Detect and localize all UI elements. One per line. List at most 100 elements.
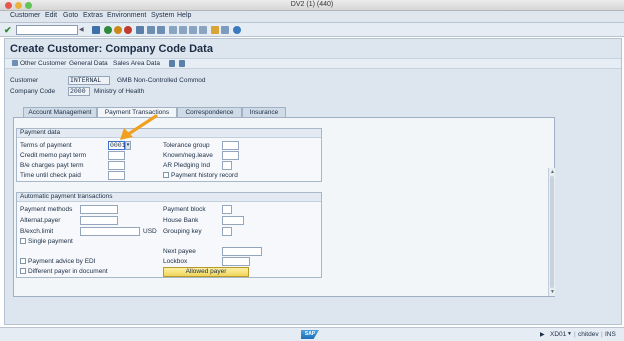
- be-exch-limit-field[interactable]: [80, 227, 140, 236]
- payment-block-label: Payment block: [163, 206, 206, 213]
- next-page-icon[interactable]: [189, 26, 197, 34]
- company-code-label: Company Code: [10, 88, 56, 95]
- last-page-icon[interactable]: [199, 26, 207, 34]
- menu-customer[interactable]: Customer: [10, 12, 40, 19]
- customer-field[interactable]: INTERNAL: [68, 76, 110, 85]
- automatic-payment-group: Automatic payment transactions Payment m…: [16, 192, 322, 278]
- tab-insurance[interactable]: Insurance: [242, 107, 286, 117]
- sales-area-data-button[interactable]: Sales Area Data: [113, 60, 160, 67]
- tab-account-management[interactable]: Account Management: [23, 107, 97, 117]
- grouping-key-label: Grouping key: [163, 228, 202, 235]
- vertical-scrollbar[interactable]: ▲ ▼: [548, 168, 555, 296]
- scroll-up-icon[interactable]: ▲: [550, 169, 555, 175]
- previous-page-icon[interactable]: [179, 26, 187, 34]
- tolerance-group-label: Tolerance group: [163, 142, 210, 149]
- screen-body: Create Customer: Company Code Data Other…: [4, 38, 622, 325]
- payment-history-checkbox[interactable]: [163, 172, 169, 178]
- payment-history-label: Payment history record: [171, 172, 238, 179]
- first-page-icon[interactable]: [169, 26, 177, 34]
- tab-correspondence[interactable]: Correspondence: [177, 107, 242, 117]
- display-icon[interactable]: [179, 60, 185, 67]
- status-separator: |: [574, 331, 576, 338]
- house-bank-label: House Bank: [163, 217, 199, 224]
- payment-advice-checkbox[interactable]: [20, 258, 26, 264]
- be-charges-label: B/e charges payt term: [20, 162, 84, 169]
- window-titlebar: DV2 (1) (440): [0, 0, 624, 11]
- menu-system[interactable]: System: [151, 12, 174, 19]
- payment-block-field[interactable]: [222, 205, 232, 214]
- save-icon[interactable]: [92, 26, 100, 34]
- back-icon[interactable]: [104, 26, 112, 34]
- single-payment-label: Single payment: [28, 238, 73, 245]
- menu-bar: Customer Edit Goto Extras Environment Sy…: [0, 11, 624, 23]
- transaction-code: XD01: [550, 331, 567, 338]
- new-session-icon[interactable]: [211, 26, 219, 34]
- payment-data-group: Payment data Terms of payment 0001 ▾ Cre…: [16, 128, 322, 182]
- status-dropdown-icon[interactable]: ▼: [567, 331, 572, 337]
- scroll-down-icon[interactable]: ▼: [550, 289, 555, 295]
- credit-memo-label: Credit memo payt term: [20, 152, 87, 159]
- menu-help[interactable]: Help: [177, 12, 191, 19]
- known-neg-leave-field[interactable]: [222, 151, 239, 160]
- terms-of-payment-label: Terms of payment: [20, 142, 72, 149]
- application-toolbar: Other Customer General Data Sales Area D…: [5, 58, 621, 69]
- annotation-arrow-icon: [120, 114, 158, 140]
- menu-environment[interactable]: Environment: [107, 12, 146, 19]
- time-until-check-paid-field[interactable]: [108, 171, 125, 180]
- command-field[interactable]: [16, 25, 78, 35]
- ar-pledging-label: AR Pledging Ind: [163, 162, 210, 169]
- insert-mode: INS: [605, 331, 616, 338]
- server-name: chitdev: [578, 331, 599, 338]
- other-customer-button[interactable]: Other Customer: [20, 60, 66, 67]
- lockbox-field[interactable]: [222, 257, 250, 266]
- payment-data-title: Payment data: [17, 129, 321, 138]
- shortcut-icon[interactable]: [221, 26, 229, 34]
- currency-label: USD: [143, 228, 157, 235]
- exit-icon[interactable]: [114, 26, 122, 34]
- general-data-button[interactable]: General Data: [69, 60, 108, 67]
- status-bar: SAP ▶ XD01 ▼ | chitdev | INS: [0, 327, 624, 341]
- payment-advice-label: Payment advice by EDI: [28, 258, 96, 265]
- be-exch-limit-label: B/exch.limit: [20, 228, 54, 235]
- additional-data-icon[interactable]: [169, 60, 175, 67]
- status-separator-2: |: [601, 331, 603, 338]
- page-title: Create Customer: Company Code Data: [10, 43, 213, 55]
- alternat-payer-label: Alternat.payer: [20, 217, 61, 224]
- scroll-thumb[interactable]: [550, 176, 554, 288]
- credit-memo-field[interactable]: [108, 151, 125, 160]
- house-bank-field[interactable]: [222, 216, 244, 225]
- tab-panel: Payment data Terms of payment 0001 ▾ Cre…: [13, 117, 555, 297]
- customer-description: GMB Non-Controlled Commod: [117, 77, 206, 84]
- standard-toolbar: ✔ ◀: [0, 23, 624, 37]
- time-until-check-paid-label: Time until check paid: [20, 172, 81, 179]
- find-next-icon[interactable]: [157, 26, 165, 34]
- ar-pledging-field[interactable]: [222, 161, 232, 170]
- grouping-key-field[interactable]: [222, 227, 232, 236]
- cancel-icon[interactable]: [124, 26, 132, 34]
- payment-methods-field[interactable]: [80, 205, 118, 214]
- alternat-payer-field[interactable]: [80, 216, 118, 225]
- different-payer-label: Different payer in document: [28, 268, 108, 275]
- menu-goto[interactable]: Goto: [63, 12, 78, 19]
- find-icon[interactable]: [147, 26, 155, 34]
- window-title: DV2 (1) (440): [290, 1, 334, 8]
- tolerance-group-field[interactable]: [222, 141, 239, 150]
- menu-extras[interactable]: Extras: [83, 12, 103, 19]
- payment-methods-label: Payment methods: [20, 206, 73, 213]
- customer-label: Customer: [10, 77, 39, 84]
- status-expand-icon[interactable]: ▶: [540, 331, 545, 338]
- enter-check-icon[interactable]: ✔: [4, 25, 12, 35]
- company-code-field[interactable]: 2000: [68, 87, 90, 96]
- print-icon[interactable]: [136, 26, 144, 34]
- company-code-description: Ministry of Health: [94, 88, 145, 95]
- different-payer-checkbox[interactable]: [20, 268, 26, 274]
- help-icon[interactable]: [233, 26, 241, 34]
- be-charges-field[interactable]: [108, 161, 125, 170]
- single-payment-checkbox[interactable]: [20, 238, 26, 244]
- command-dropdown-icon[interactable]: ◀: [79, 26, 84, 33]
- known-neg-leave-label: Known/neg.leave: [163, 152, 213, 159]
- next-payee-field[interactable]: [222, 247, 262, 256]
- lockbox-label: Lockbox: [163, 258, 188, 265]
- menu-edit[interactable]: Edit: [45, 12, 57, 19]
- allowed-payer-button[interactable]: Allowed payer: [163, 267, 249, 277]
